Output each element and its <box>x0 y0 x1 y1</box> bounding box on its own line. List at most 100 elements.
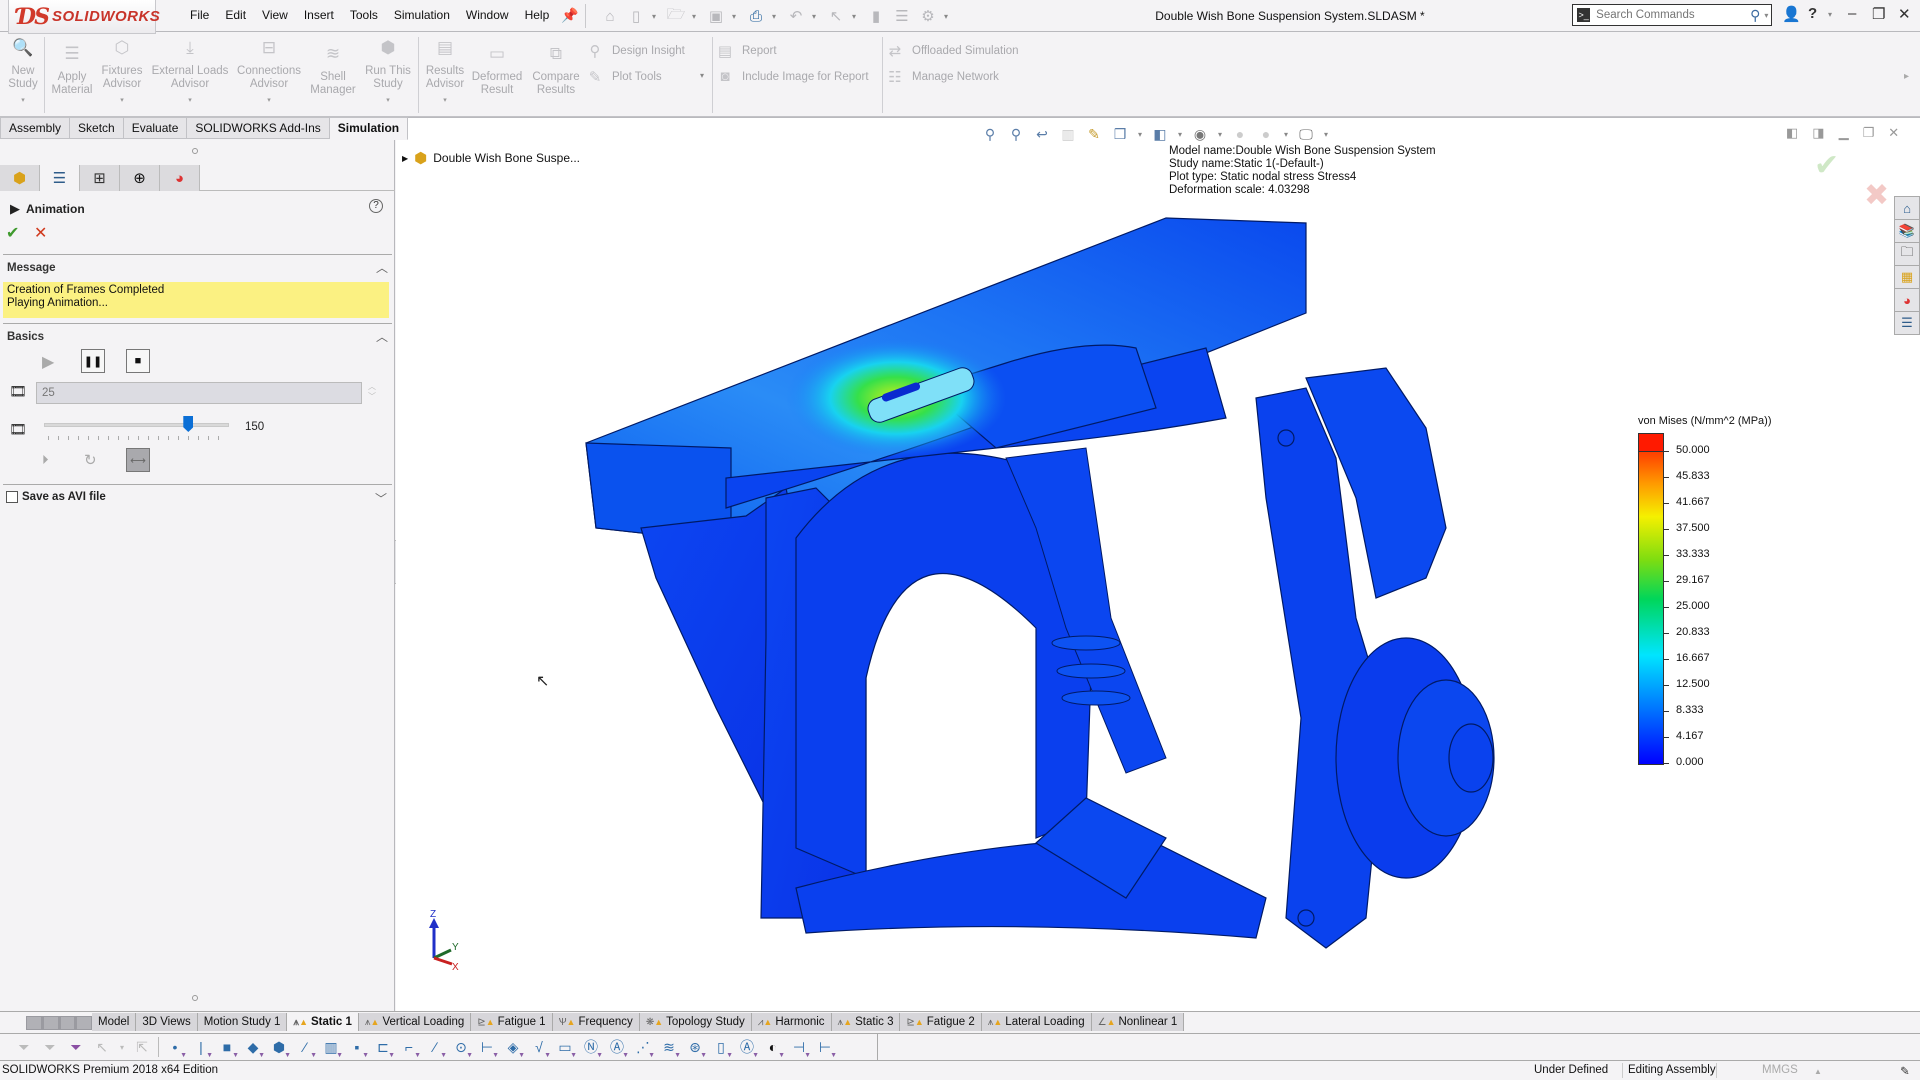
user-account-icon[interactable]: 👤 <box>1782 5 1801 23</box>
first-tab-icon[interactable] <box>26 1016 42 1030</box>
study-tab-vertical-loading[interactable]: ⩚▲ Vertical Loading <box>358 1013 472 1031</box>
design-library-tab[interactable]: 📚 <box>1894 219 1920 243</box>
view-orientation-icon[interactable]: ❒ <box>1110 124 1130 144</box>
open-dropdown-icon[interactable]: ▾ <box>692 12 700 21</box>
tile-right-icon[interactable]: ◨ <box>1812 125 1824 141</box>
new-document-icon[interactable]: ▯ <box>626 6 646 26</box>
flyout-featuremanager[interactable]: ▶ ⬢ Double Wish Bone Suspe... <box>402 149 580 167</box>
display-style-dropdown-icon[interactable]: ▾ <box>1176 124 1184 144</box>
menu-window[interactable]: Window <box>458 8 517 22</box>
study-tab-nonlinear-1[interactable]: ∠▲ Nonlinear 1 <box>1091 1013 1185 1031</box>
manage-network-button[interactable]: ☷ Manage Network <box>886 68 999 86</box>
graphics-area[interactable]: ▶ ⬢ Double Wish Bone Suspe... ⚲ ⚲ ↩ ▥ ✎ … <box>396 117 1920 1011</box>
plot-tools-dropdown-icon[interactable]: ▾ <box>700 71 704 80</box>
undo-icon[interactable]: ↶ <box>786 6 806 26</box>
filter-datum-features-icon[interactable]: Ⓝ ▼ <box>581 1037 603 1059</box>
options-dropdown-icon[interactable]: ▾ <box>944 12 952 21</box>
basics-group-header[interactable]: Basics ︿ <box>3 323 392 344</box>
filter-cosmetic-threads-icon[interactable]: ≋ ▼ <box>659 1037 681 1060</box>
filter-planes-icon[interactable]: ▥ ▼ <box>321 1037 343 1060</box>
collapse-chevron-icon[interactable]: ︿ <box>376 328 388 345</box>
help-icon[interactable]: ? <box>1808 5 1817 22</box>
zoom-to-fit-icon[interactable]: ⚲ <box>980 124 1000 144</box>
stop-button[interactable]: ■ <box>126 349 150 373</box>
connections-advisor-button[interactable]: ⊟ Connections Advisor ▾ <box>234 39 304 107</box>
view-palette-tab[interactable]: ▦ <box>1894 265 1920 289</box>
hide-show-items-icon[interactable]: ◉ <box>1190 124 1210 144</box>
close-window-icon[interactable]: ✕ <box>1898 5 1911 23</box>
selection-filter-icon[interactable]: ⏷ <box>66 1037 86 1057</box>
undo-dropdown-icon[interactable]: ▾ <box>812 12 820 21</box>
study-tab-3d-views[interactable]: 3D Views <box>136 1013 198 1031</box>
tab-evaluate[interactable]: Evaluate <box>123 117 188 139</box>
file-properties-icon[interactable]: ☰ <box>892 6 912 26</box>
results-advisor-dropdown-icon[interactable]: ▾ <box>422 94 468 107</box>
view-settings-dropdown-icon[interactable]: ▾ <box>1322 124 1330 144</box>
confirmation-corner-cancel-icon[interactable]: ✖ <box>1864 178 1889 213</box>
save-avi-checkbox[interactable]: Save as AVI file <box>6 491 106 503</box>
select-arrow-icon[interactable]: ↖ <box>92 1037 112 1057</box>
appearances-tab[interactable]: ◕ <box>1894 288 1920 312</box>
filter-edges-icon[interactable]: | ▼ <box>191 1037 213 1059</box>
play-button[interactable]: ▶ <box>42 352 54 372</box>
solidworks-logo[interactable]: ƊS SOLIDWORKS <box>8 0 160 34</box>
filter-datum-targets-icon[interactable]: ⋰ ▼ <box>633 1037 655 1060</box>
quick-tips-icon[interactable]: ✎ <box>1900 1064 1910 1078</box>
menu-edit[interactable]: Edit <box>217 8 254 22</box>
menu-insert[interactable]: Insert <box>296 8 342 22</box>
run-study-button[interactable]: ⬢ Run This Study ▾ <box>364 39 412 107</box>
filter-toggle-icon[interactable]: ⏷ <box>14 1037 34 1057</box>
filter-toolbar-icon[interactable]: ⏷ <box>40 1037 60 1057</box>
menu-tools[interactable]: Tools <box>342 8 386 22</box>
dynamic-annotation-icon[interactable]: ✎ <box>1084 124 1104 144</box>
doc-close-icon[interactable]: ✕ <box>1888 125 1899 141</box>
filter-midpoints-icon[interactable]: ⌐ ▼ <box>399 1037 421 1059</box>
apply-scene-icon[interactable]: ● <box>1256 124 1276 144</box>
cancel-x-icon[interactable]: ✕ <box>34 223 47 243</box>
pin-menu-icon[interactable]: 📌 <box>561 7 578 24</box>
section-view-icon[interactable]: ▥ <box>1058 124 1078 144</box>
frames-spinner[interactable]: ︿ ﹀ <box>366 382 378 404</box>
tile-left-icon[interactable]: ◧ <box>1786 125 1798 141</box>
unit-system[interactable]: MMGS <box>1762 1064 1798 1076</box>
view-orientation-dropdown-icon[interactable]: ▾ <box>1136 124 1144 144</box>
pane-splitter-handle[interactable] <box>192 995 198 1001</box>
select-cursor-icon[interactable]: ↖ <box>826 6 846 26</box>
study-tab-static-1[interactable]: ⩚▲ Static 1 <box>287 1013 359 1031</box>
featuremanager-tab[interactable]: ⬢ <box>0 165 40 191</box>
help-dropdown-icon[interactable]: ▾ <box>1828 10 1832 19</box>
tab-solidworks-add-ins[interactable]: SOLIDWORKS Add-Ins <box>187 117 330 139</box>
filter-dowel-pins-icon[interactable]: ▯ ▼ <box>711 1037 733 1060</box>
filter-surface-finish-icon[interactable]: ◈ ▼ <box>503 1037 525 1060</box>
new-study-button[interactable]: 🔍 New Study ▾ <box>6 39 40 107</box>
study-tab-fatigue-1[interactable]: ⊵▲ Fatigue 1 <box>471 1013 553 1031</box>
external-loads-advisor-button[interactable]: ⤓ External Loads Advisor ▾ <box>150 39 230 107</box>
file-explorer-tab[interactable]: 🗀 <box>1894 242 1920 266</box>
filter-solid-bodies-icon[interactable]: ⬢ ▼ <box>269 1037 291 1060</box>
filter-routing-points-icon[interactable]: ⊣ ▼ <box>789 1037 811 1060</box>
previous-view-icon[interactable]: ↩ <box>1032 124 1052 144</box>
search-commands-input[interactable] <box>1596 9 1751 21</box>
home-icon[interactable]: ⌂ <box>600 6 620 26</box>
rebuild-icon[interactable]: ▮ <box>866 6 886 26</box>
expand-arrow-icon[interactable]: ▶ <box>402 154 408 163</box>
speed-slider-track[interactable] <box>44 423 229 427</box>
external-loads-dropdown-icon[interactable]: ▾ <box>150 94 230 107</box>
help-button[interactable]: ? <box>369 199 383 213</box>
connections-dropdown-icon[interactable]: ▾ <box>234 94 304 107</box>
confirmation-corner-ok-icon[interactable]: ✔ <box>1814 148 1839 183</box>
suspension-model-render[interactable] <box>566 198 1656 1038</box>
reciprocate-button[interactable]: ⟷ <box>126 448 150 472</box>
shell-manager-button[interactable]: ≋ Shell Manager <box>310 45 356 97</box>
filter-centerline-icon[interactable]: ⊙ ▼ <box>451 1037 473 1060</box>
print-icon[interactable]: ⎙ <box>746 6 766 26</box>
propertymanager-tab[interactable]: ☰ <box>40 165 80 191</box>
solidworks-resources-tab[interactable]: ⌂ <box>1894 196 1920 220</box>
search-icon[interactable]: ⚲ <box>1750 7 1760 24</box>
clear-filters-icon[interactable]: ⇱ <box>132 1037 152 1057</box>
fixtures-advisor-button[interactable]: ⬡ Fixtures Advisor ▾ <box>100 39 144 107</box>
frames-input[interactable]: 25 <box>36 382 362 404</box>
configurationmanager-tab[interactable]: ⊞ <box>80 165 120 191</box>
zoom-to-area-icon[interactable]: ⚲ <box>1006 124 1026 144</box>
run-study-dropdown-icon[interactable]: ▾ <box>364 94 412 107</box>
